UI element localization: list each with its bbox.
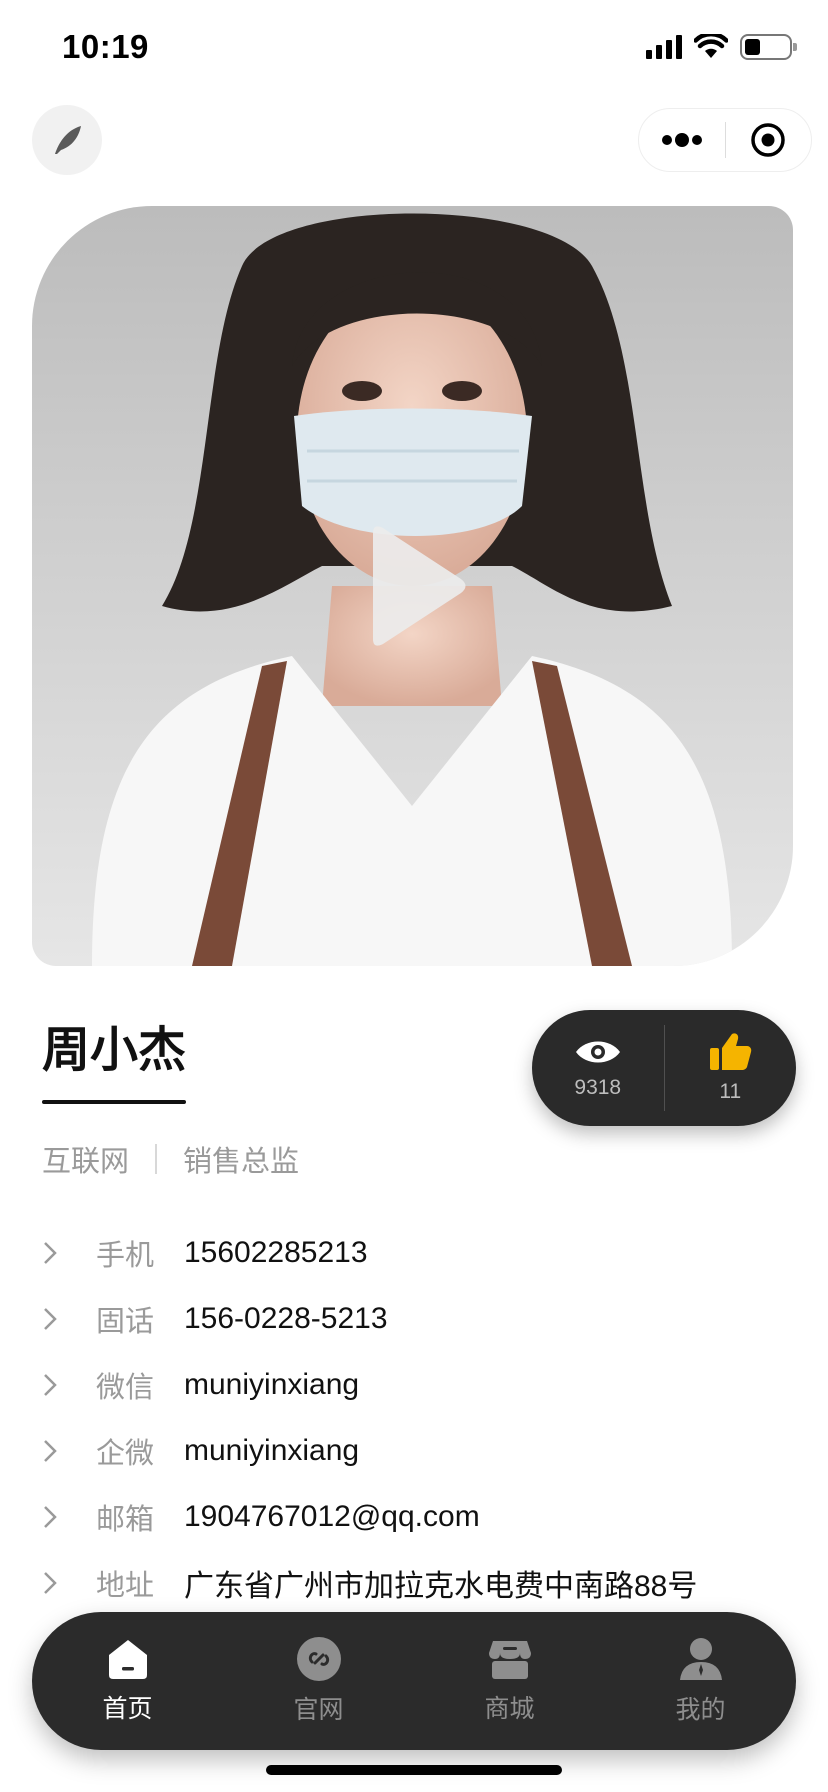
tab-home[interactable]: 首页: [32, 1637, 223, 1725]
contact-row-phone[interactable]: 手机 15602285213: [42, 1220, 802, 1286]
status-icons: [646, 34, 797, 60]
profile-name: 周小杰: [42, 1022, 187, 1078]
tag-separator: [155, 1144, 158, 1174]
home-icon: [108, 1640, 147, 1679]
chevron-right-icon: [42, 1352, 68, 1418]
tab-website[interactable]: 官网: [223, 1636, 414, 1726]
shop-icon: [488, 1641, 531, 1679]
contact-row-wework[interactable]: 企微 muniyinxiang: [42, 1418, 802, 1484]
chevron-right-icon: [42, 1220, 68, 1286]
chevron-right-icon: [42, 1286, 68, 1352]
contact-label: 地址: [96, 1568, 155, 1602]
name-underline: [42, 1100, 186, 1104]
contact-value: muniyinxiang: [184, 1368, 360, 1401]
contact-row-landline[interactable]: 固话 156-0228-5213: [42, 1286, 802, 1352]
home-indicator: [266, 1765, 562, 1775]
tab-shop[interactable]: 商城: [414, 1637, 605, 1725]
signal-icon: [646, 35, 682, 59]
tab-mine[interactable]: 我的: [605, 1636, 796, 1726]
chevron-right-icon: [42, 1418, 68, 1484]
thumbs-up-icon: [710, 1033, 752, 1070]
contact-label: 固话: [96, 1304, 155, 1338]
contact-value: 广东省广州市加拉克水电费中南路88号: [184, 1570, 698, 1603]
job-title-tag: 销售总监: [183, 1144, 300, 1178]
tab-label: 我的: [675, 1695, 726, 1724]
contact-label: 企微: [96, 1436, 155, 1470]
views-count: 9318: [574, 1076, 622, 1099]
more-dots-icon: [661, 133, 702, 147]
chevron-right-icon: [42, 1484, 68, 1550]
chevron-right-icon: [42, 1550, 68, 1616]
battery-icon: [740, 34, 797, 60]
contact-row-email[interactable]: 邮箱 1904767012@qq.com: [42, 1484, 802, 1550]
contact-row-wechat[interactable]: 微信 muniyinxiang: [42, 1352, 802, 1418]
target-icon: [751, 123, 785, 157]
feather-icon: [55, 126, 81, 154]
contact-label: 邮箱: [96, 1502, 155, 1536]
user-icon: [679, 1638, 722, 1680]
likes-count: 11: [719, 1080, 742, 1103]
video-cover[interactable]: [32, 206, 793, 966]
contact-row-address[interactable]: 地址 广东省广州市加拉克水电费中南路88号: [42, 1550, 802, 1616]
stats-pill: 9318 11: [532, 1010, 796, 1126]
contact-value: 156-0228-5213: [184, 1302, 388, 1335]
likes-stat[interactable]: 11: [665, 1032, 797, 1104]
tab-label: 首页: [102, 1694, 153, 1723]
contact-value: 1904767012@qq.com: [184, 1500, 480, 1533]
play-icon[interactable]: [353, 521, 473, 651]
contact-list: 手机 15602285213 固话 156-0228-5213 微信 muniy…: [42, 1220, 802, 1616]
contact-value: muniyinxiang: [184, 1434, 360, 1467]
industry-tag: 互联网: [42, 1144, 130, 1178]
profile-tags: 互联网 销售总监: [42, 1138, 299, 1180]
link-icon: [296, 1637, 341, 1681]
contact-label: 微信: [96, 1370, 155, 1404]
tab-label: 官网: [293, 1695, 344, 1724]
status-time: 10:19: [62, 28, 149, 65]
contact-value: 15602285213: [184, 1236, 368, 1269]
mini-program-capsule: [638, 108, 812, 172]
wifi-icon: [694, 34, 728, 58]
tab-bar: 首页 官网 商城 我的: [32, 1612, 796, 1750]
close-button[interactable]: [726, 109, 812, 171]
more-button[interactable]: [639, 109, 725, 171]
tab-label: 商城: [484, 1694, 535, 1723]
contact-label: 手机: [96, 1238, 155, 1272]
battery-fill: [745, 39, 760, 55]
eye-icon: [575, 1041, 620, 1063]
views-stat[interactable]: 9318: [532, 1036, 664, 1100]
logo-button[interactable]: [32, 105, 102, 175]
